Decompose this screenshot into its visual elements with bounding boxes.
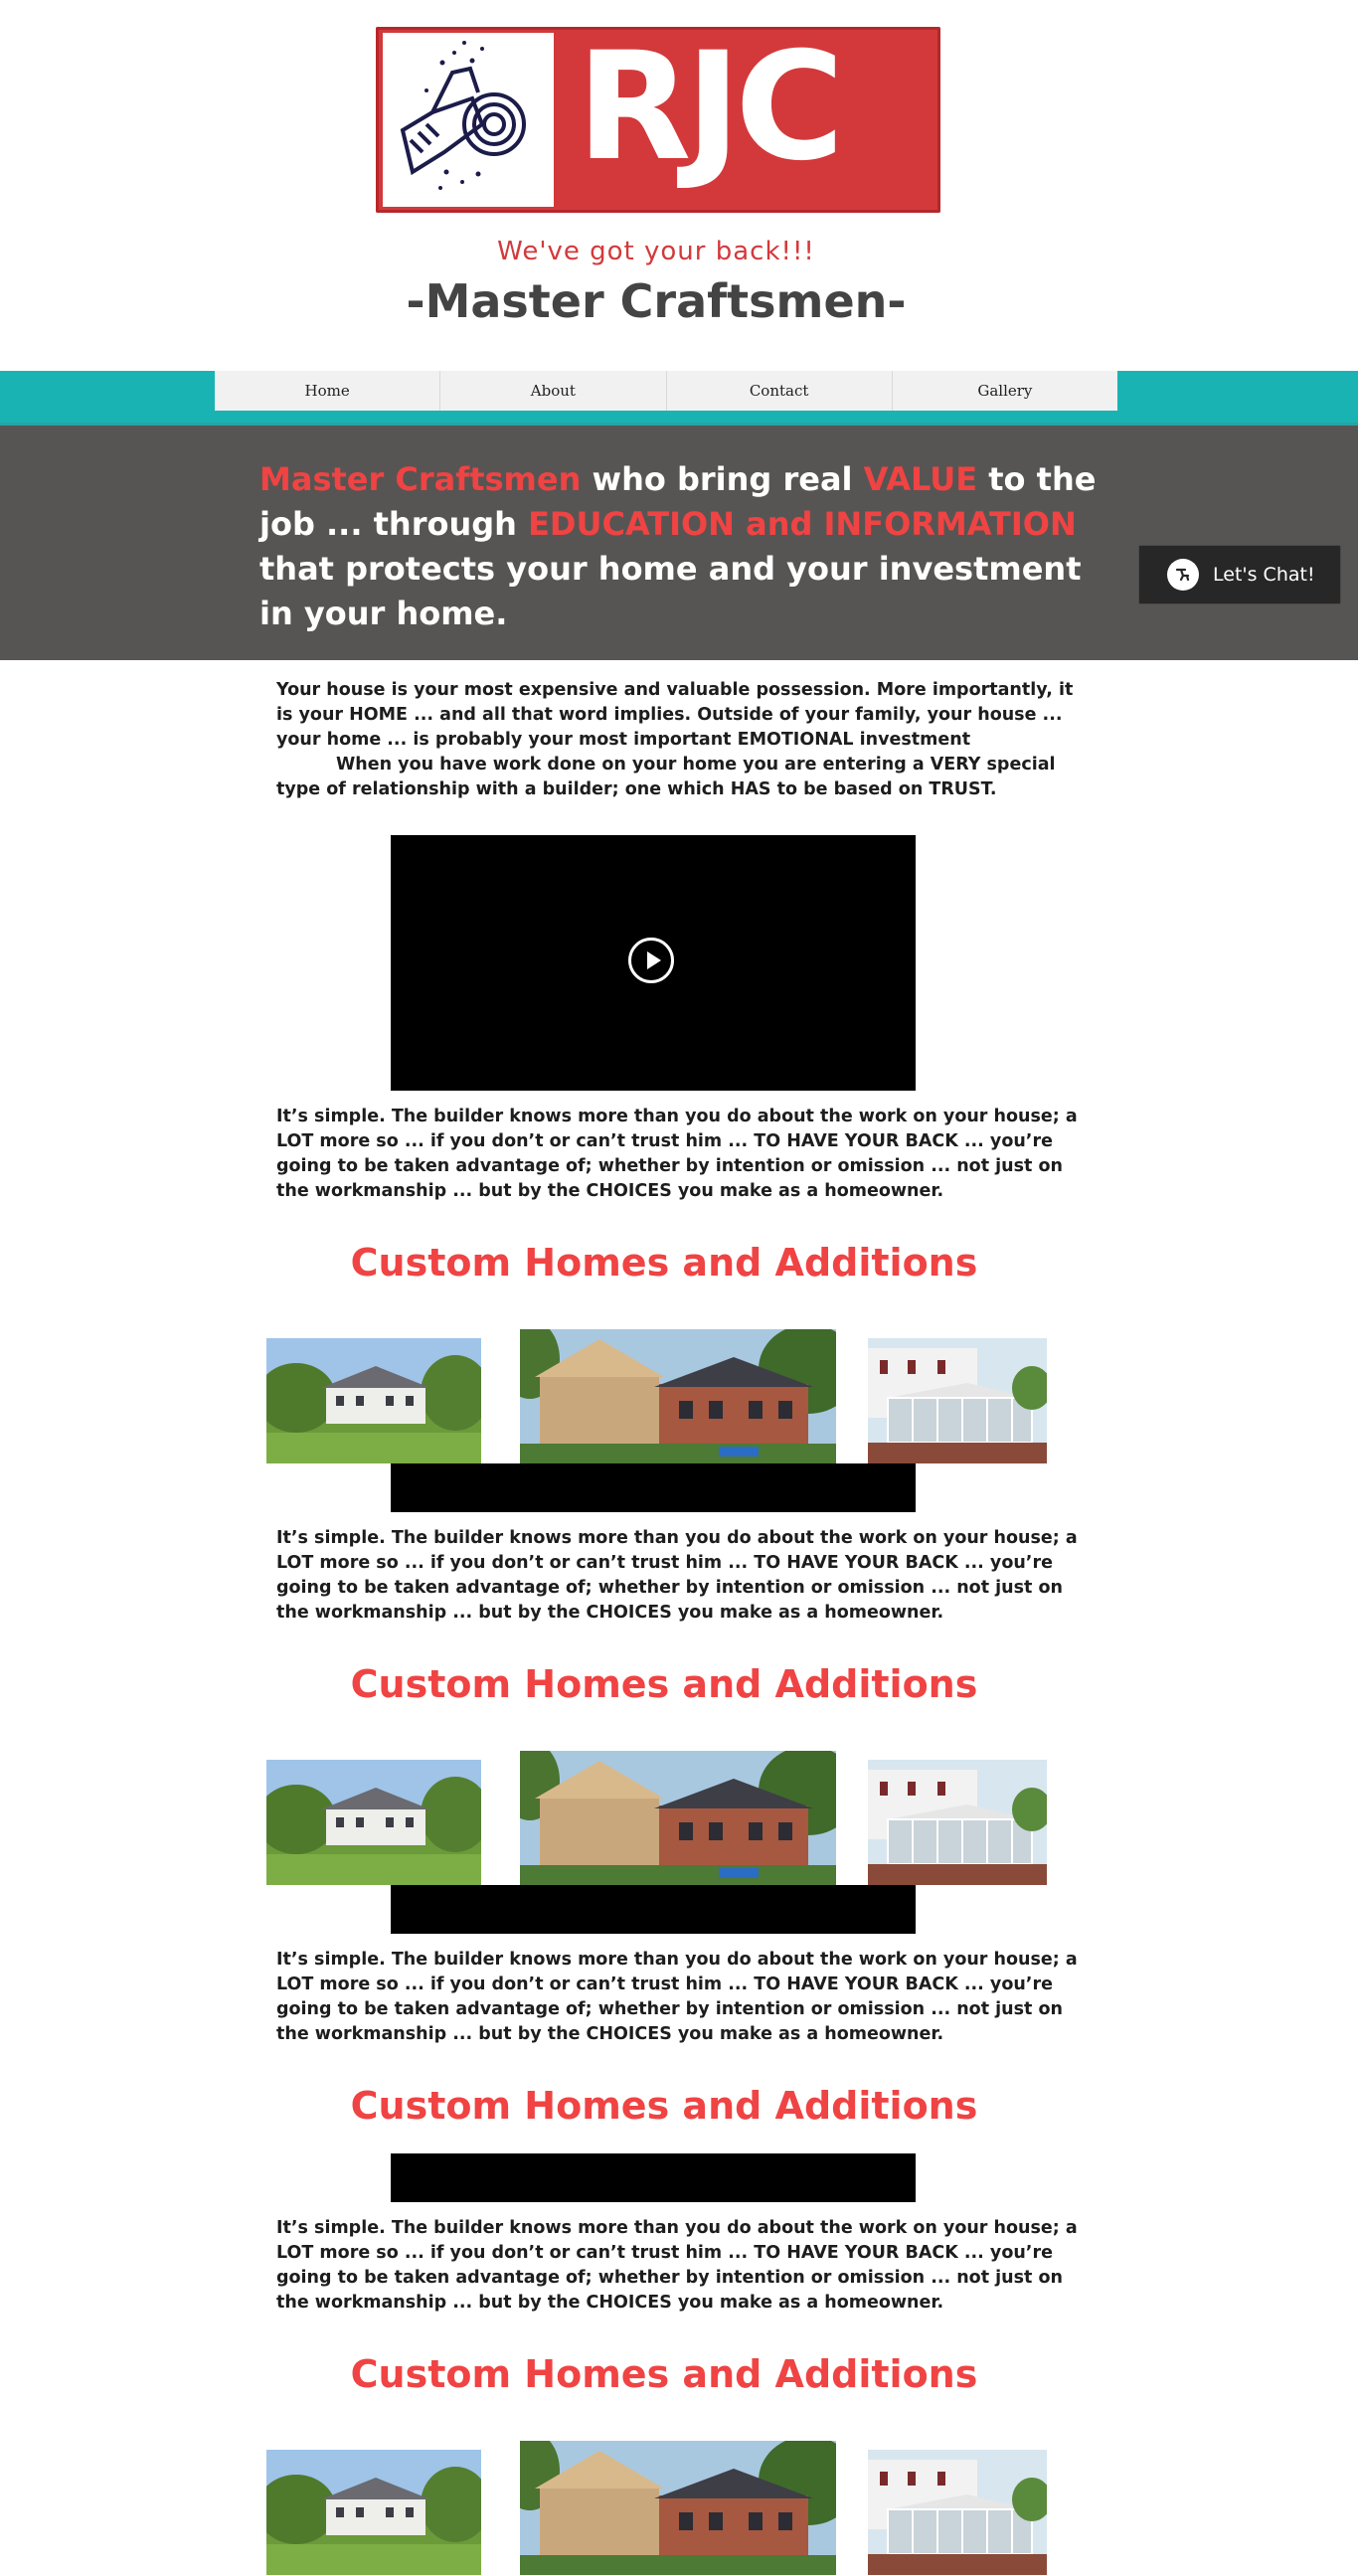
media-strip-2 — [391, 1885, 916, 1934]
section-title-2: Custom Homes and Additions — [350, 1662, 978, 1706]
intro-paragraph: Your house is your most expensive and va… — [276, 678, 1092, 802]
site-subtitle: -Master Craftsmen- — [406, 274, 907, 328]
trust-paragraph-2: It’s simple. The builder knows more than… — [276, 1528, 1078, 1623]
photo-addition-construction[interactable] — [520, 1751, 836, 1885]
hero-heading: Master Craftsmen who bring real VALUE to… — [259, 457, 1114, 636]
main-nav: Home About Contact Gallery — [215, 371, 1117, 411]
intro-line-1: Your house is your most expensive and va… — [276, 680, 1074, 750]
hero-text-part: who bring real — [581, 460, 864, 498]
photo-colonial-house[interactable] — [266, 2450, 481, 2576]
hero-highlight-craftsmen: Master Craftsmen — [259, 460, 582, 498]
video-player[interactable] — [391, 835, 916, 1091]
chat-label: Let's Chat! — [1213, 564, 1315, 586]
media-strip-3 — [391, 2153, 916, 2202]
tagline: We've got your back!!! — [497, 237, 815, 266]
photo-sunroom[interactable] — [868, 1760, 1047, 1885]
logo-text: RJC — [577, 21, 844, 194]
hero-highlight-value: VALUE — [863, 460, 978, 498]
nav-item-gallery[interactable]: Gallery — [893, 371, 1117, 411]
photo-colonial-house[interactable] — [266, 1760, 481, 1885]
trust-paragraph-4: It’s simple. The builder knows more than… — [276, 2218, 1078, 2313]
nav-item-contact[interactable]: Contact — [667, 371, 893, 411]
photo-sunroom[interactable] — [868, 2450, 1047, 2576]
nav-item-about[interactable]: About — [440, 371, 667, 411]
photo-addition-construction[interactable] — [520, 2441, 836, 2576]
trust-paragraph-1: It’s simple. The builder knows more than… — [276, 1107, 1078, 1201]
section-title-4: Custom Homes and Additions — [350, 2352, 978, 2396]
intro-line-2: When you have work done on your home you… — [276, 755, 1056, 799]
section-title-3: Custom Homes and Additions — [350, 2084, 978, 2128]
photo-sunroom[interactable] — [868, 1338, 1047, 1463]
photo-addition-construction[interactable] — [520, 1329, 836, 1463]
saw-blade-icon — [383, 33, 554, 207]
hero-highlight-education: EDUCATION and INFORMATION — [528, 505, 1077, 543]
trust-paragraph-3: It’s simple. The builder knows more than… — [276, 1950, 1078, 2044]
section-title-1: Custom Homes and Additions — [350, 1241, 978, 1285]
play-icon[interactable] — [628, 938, 674, 983]
hero-text-part: that protects your home and your investm… — [259, 550, 1082, 632]
chat-button[interactable]: Let's Chat! — [1138, 545, 1341, 604]
media-strip-1 — [391, 1463, 916, 1512]
photo-colonial-house[interactable] — [266, 1338, 481, 1463]
nav-item-home[interactable]: Home — [215, 371, 441, 411]
chat-icon — [1167, 559, 1199, 591]
